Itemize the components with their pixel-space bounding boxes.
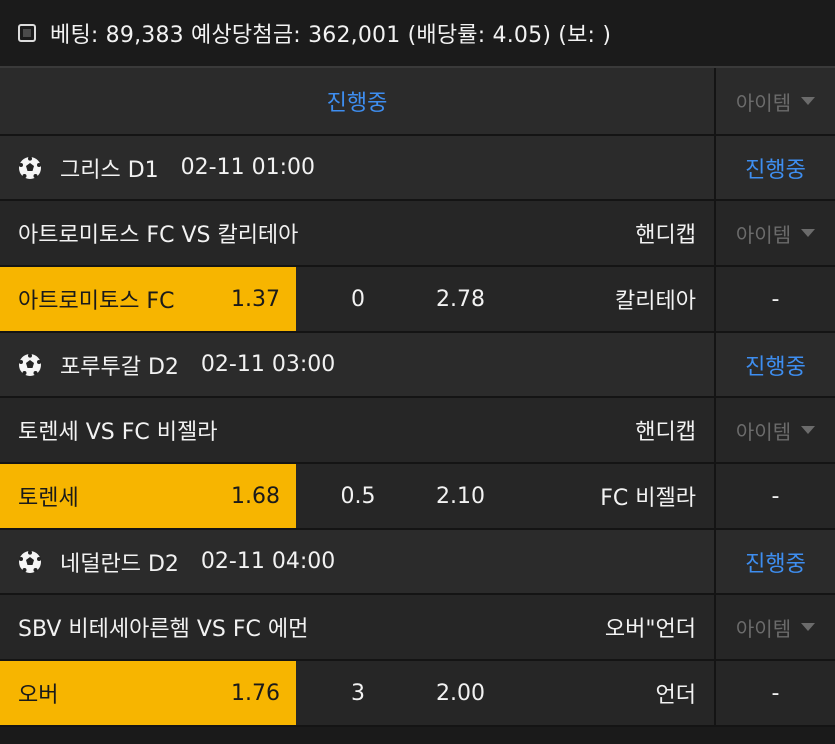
league-row: 포루투갈 D2 02-11 03:00 진행중 <box>0 333 835 398</box>
betslip-screen: 베팅: 89,383 예상당첨금: 362,001 (배당률: 4.05) (보… <box>0 0 835 744</box>
soccer-ball-icon <box>19 353 41 376</box>
home-odd: 1.37 <box>231 286 280 312</box>
league-row: 네덜란드 D2 02-11 04:00 진행중 <box>0 530 835 595</box>
bet-type: 핸디캡 <box>635 223 696 248</box>
item-dropdown-label: 아이템 <box>735 90 792 115</box>
item-value: - <box>771 483 780 509</box>
match-time: 02-11 01:00 <box>180 155 315 180</box>
betslip-header: 베팅: 89,383 예상당첨금: 362,001 (배당률: 4.05) (보… <box>0 0 835 68</box>
home-pick-name: 토렌세 <box>18 486 79 511</box>
odds-row: 토렌세 1.68 0.5 2.10 FC 비젤라 - <box>0 464 835 530</box>
game-status: 진행중 <box>745 551 806 577</box>
away-pick-button[interactable]: 3 2.00 언더 <box>296 661 714 725</box>
item-dropdown[interactable]: 아이템 <box>714 398 835 462</box>
bet-summary: 베팅: 89,383 예상당첨금: 362,001 (배당률: 4.05) (보… <box>50 23 612 48</box>
handicap-value: 0 <box>351 286 365 312</box>
item-dropdown-label: 아이템 <box>735 616 792 641</box>
chevron-down-icon <box>801 426 816 434</box>
league-name: 그리스 D1 <box>60 157 159 183</box>
match-row: 토렌세 VS FC 비젤라 핸디캡 아이템 <box>0 398 835 464</box>
home-odd: 1.76 <box>231 680 280 706</box>
item-value: - <box>771 680 780 706</box>
status-bar: 진행중 아이템 <box>0 68 835 136</box>
match-title: 토렌세 VS FC 비젤라 <box>18 420 218 445</box>
item-dropdown-label: 아이템 <box>735 419 792 444</box>
game-status: 진행중 <box>745 354 806 380</box>
away-pick-name: 칼리테아 <box>615 289 696 314</box>
home-pick-button[interactable]: 아트로미토스 FC 1.37 <box>0 267 296 331</box>
item-dropdown[interactable]: 아이템 <box>714 595 835 659</box>
away-pick-button[interactable]: 0 2.78 칼리테아 <box>296 267 714 331</box>
away-pick-button[interactable]: 0.5 2.10 FC 비젤라 <box>296 464 714 528</box>
league-row: 그리스 D1 02-11 01:00 진행중 <box>0 136 835 201</box>
soccer-ball-icon <box>19 550 41 573</box>
match-title: 아트로미토스 FC VS 칼리테아 <box>18 223 299 248</box>
home-pick-button[interactable]: 토렌세 1.68 <box>0 464 296 528</box>
item-dropdown[interactable]: 아이템 <box>714 68 835 134</box>
away-odd: 2.78 <box>436 286 485 312</box>
league-name: 네덜란드 D2 <box>60 551 179 577</box>
match-row: SBV 비테세아른헴 VS FC 에먼 오버"언더 아이템 <box>0 595 835 661</box>
handicap-value: 0.5 <box>340 483 376 509</box>
item-dropdown[interactable]: 아이템 <box>714 201 835 265</box>
odds-row: 아트로미토스 FC 1.37 0 2.78 칼리테아 - <box>0 267 835 333</box>
home-odd: 1.68 <box>231 483 280 509</box>
away-odd: 2.10 <box>436 483 485 509</box>
item-value: - <box>771 286 780 312</box>
home-pick-name: 아트로미토스 FC <box>18 289 175 314</box>
game-status: 진행중 <box>745 157 806 183</box>
away-pick-name: 언더 <box>655 683 696 708</box>
chevron-down-icon <box>801 623 816 631</box>
chevron-down-icon <box>801 229 816 237</box>
chevron-down-icon <box>801 97 816 105</box>
match-title: SBV 비테세아른헴 VS FC 에먼 <box>18 617 309 642</box>
odds-row: 오버 1.76 3 2.00 언더 - <box>0 661 835 727</box>
match-row: 아트로미토스 FC VS 칼리테아 핸디캡 아이템 <box>0 201 835 267</box>
bottom-divider <box>0 727 835 744</box>
bet-type: 오버"언더 <box>604 617 696 642</box>
away-odd: 2.00 <box>436 680 485 706</box>
select-checkbox[interactable] <box>18 24 36 42</box>
match-time: 02-11 03:00 <box>200 352 336 377</box>
status-label: 진행중 <box>326 91 388 116</box>
match-time: 02-11 04:00 <box>200 549 336 574</box>
home-pick-button[interactable]: 오버 1.76 <box>0 661 296 725</box>
home-pick-name: 오버 <box>18 683 59 708</box>
bet-type: 핸디캡 <box>635 420 696 445</box>
away-pick-name: FC 비젤라 <box>600 486 696 511</box>
handicap-value: 3 <box>351 680 365 706</box>
league-name: 포루투갈 D2 <box>60 354 179 380</box>
item-dropdown-label: 아이템 <box>735 222 792 247</box>
soccer-ball-icon <box>19 156 41 179</box>
